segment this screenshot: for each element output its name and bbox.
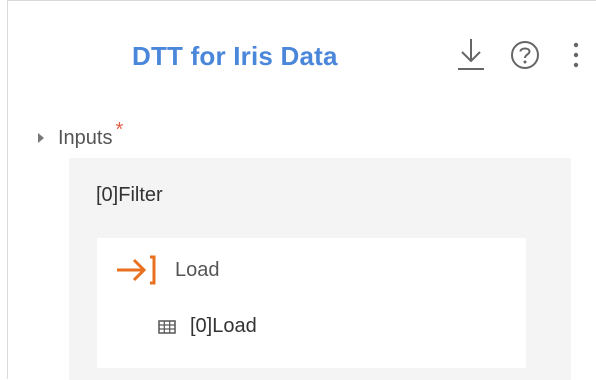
panel-title: DTT for Iris Data <box>132 41 338 71</box>
load-item[interactable]: [0]Load <box>158 315 257 338</box>
required-indicator: * <box>115 118 124 141</box>
panel-header: DTT for Iris Data <box>8 1 596 113</box>
load-node[interactable]: Load <box>117 254 220 286</box>
help-icon[interactable] <box>510 40 540 70</box>
more-vertical-icon[interactable] <box>570 39 582 71</box>
table-icon <box>158 319 176 334</box>
load-container: Load [0]Load <box>97 238 526 368</box>
inputs-label: Inputs <box>58 126 113 149</box>
dtt-panel: DTT for Iris Data Inputs * [0]Filter Loa… <box>7 0 596 380</box>
filter-label: [0]Filter <box>96 184 163 206</box>
load-arrow-icon <box>117 255 156 285</box>
filter-container: [0]Filter Load [0]Load <box>69 158 571 380</box>
download-icon[interactable] <box>456 37 486 71</box>
load-label: Load <box>175 258 220 281</box>
caret-right-icon[interactable] <box>38 133 44 143</box>
load-item-label: [0]Load <box>190 315 257 337</box>
inputs-section-toggle[interactable]: Inputs * <box>38 119 123 153</box>
